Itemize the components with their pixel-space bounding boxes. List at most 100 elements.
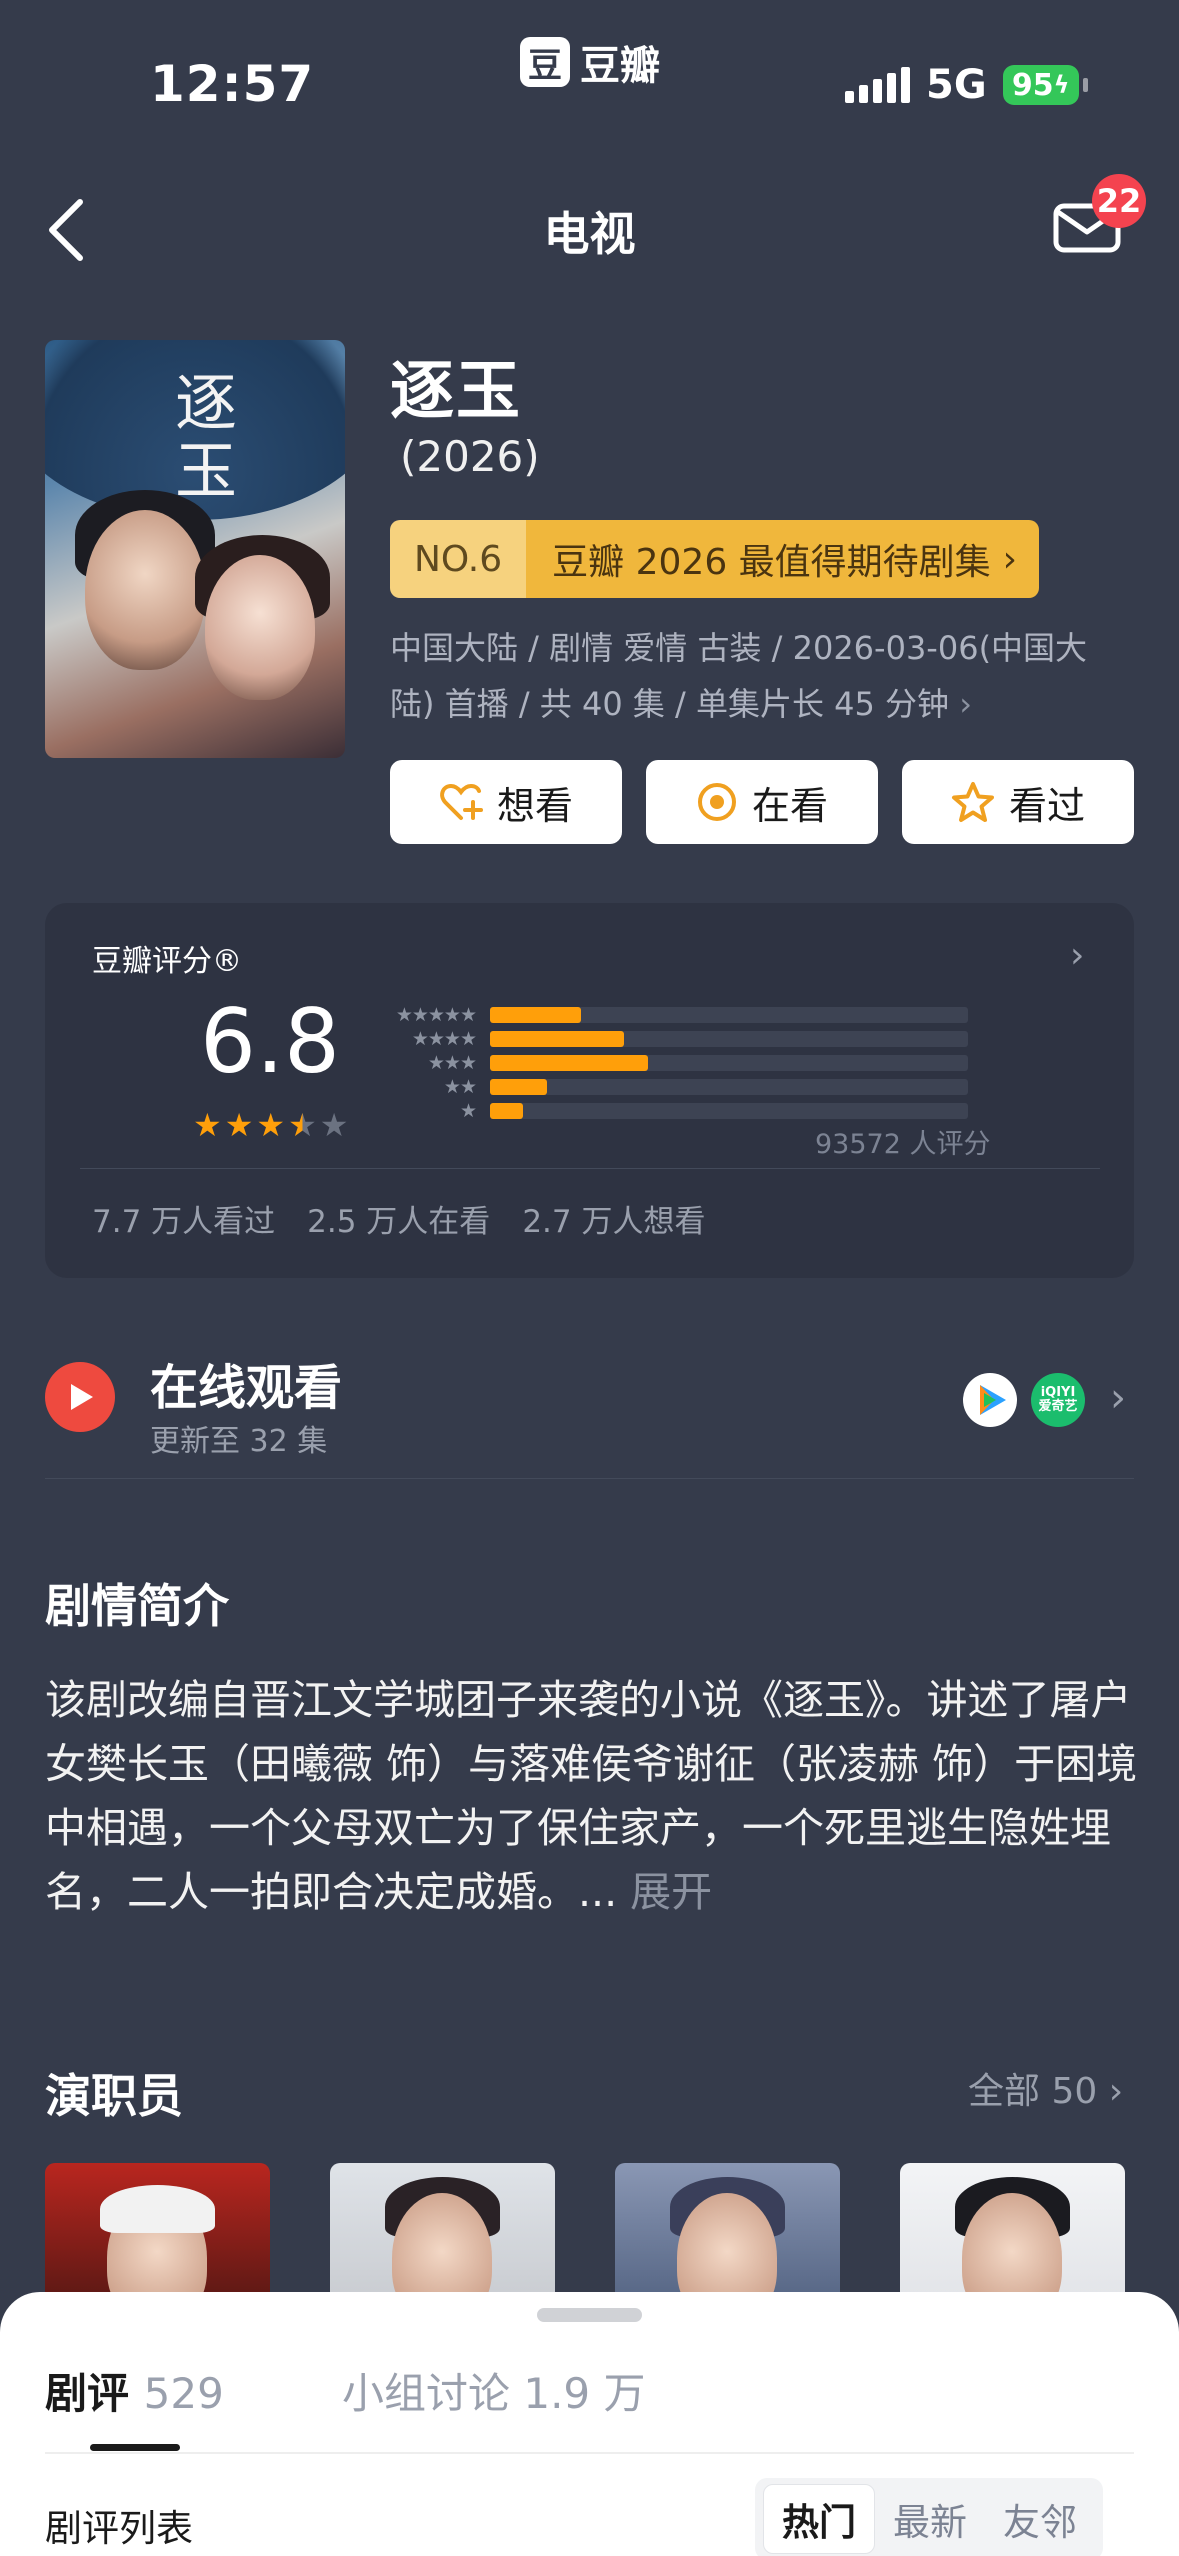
rating-bar-track	[490, 1055, 968, 1071]
tab-reviews[interactable]: 剧评 529	[45, 2360, 224, 2421]
cast-photo[interactable]	[330, 2163, 555, 2303]
rating-distribution-row: ★★★★	[382, 1027, 982, 1051]
iqiyi-icon[interactable]: iQIYI 爱奇艺	[1031, 1373, 1085, 1427]
star-level-icon: ★★	[443, 1076, 477, 1098]
battery-icon: 95 ϟ	[1002, 65, 1079, 105]
show-year: (2026)	[400, 432, 540, 481]
cast-all-link[interactable]: 全部 50 ›	[968, 2062, 1123, 2114]
episode-update: 更新至 32 集	[150, 1424, 328, 1459]
rating-bar-track	[490, 1079, 968, 1095]
tencent-video-icon[interactable]	[963, 1373, 1017, 1427]
rating-bar-track	[490, 1103, 968, 1119]
rating-count: 93572 人评分	[815, 1129, 991, 1160]
star-level-icon: ★★★	[427, 1052, 477, 1074]
iqiyi-label: iQIYI 爱奇艺	[1038, 1386, 1078, 1414]
show-title: 逐玉	[390, 355, 522, 429]
poster-figure-face	[85, 510, 205, 670]
rating-bar	[490, 1103, 524, 1119]
active-tab-indicator	[90, 2444, 180, 2451]
circle-dot-icon	[697, 783, 736, 821]
star-level-icon: ★★★★★	[395, 1004, 477, 1026]
divider	[45, 2452, 1134, 2454]
play-icon[interactable]	[45, 1362, 115, 1432]
heart-plus-icon	[440, 783, 483, 820]
star-full-icon: ★	[193, 1106, 222, 1144]
tab-reviews-count: 529	[143, 2369, 224, 2418]
watched-count: 7.7 万人看过	[92, 1204, 276, 1240]
message-count-badge: 22	[1092, 174, 1146, 228]
rating-bar	[490, 1007, 581, 1023]
sort-latest[interactable]: 最新	[875, 2484, 985, 2554]
rank-number: NO.6	[390, 520, 527, 598]
synopsis-text: 该剧改编自晋江文学城团子来袭的小说《逐玉》。讲述了屠户女樊长玉（田曦薇 饰）与落…	[45, 1668, 1140, 1924]
sheet-drag-handle[interactable]	[537, 2308, 642, 2322]
star-level-icon: ★	[459, 1100, 477, 1122]
ranking-badge[interactable]: NO.6 豆瓣 2026 最值得期待剧集 ›	[390, 520, 1040, 598]
want-count: 2.7 万人想看	[522, 1204, 706, 1240]
watch-online-title[interactable]: 在线观看	[150, 1348, 342, 1418]
review-list-label: 剧评列表	[45, 2507, 193, 2550]
cast-heading: 演职员	[45, 2069, 183, 2123]
rating-bar	[490, 1055, 648, 1071]
divider	[45, 1478, 1134, 1479]
cast-photo[interactable]	[615, 2163, 840, 2303]
cast-photo[interactable]	[45, 2163, 270, 2303]
tab-group-discussion[interactable]: 小组讨论 1.9 万	[342, 2360, 646, 2421]
rank-list-label: 豆瓣 2026 最值得期待剧集	[552, 542, 991, 583]
star-full-icon: ★	[224, 1106, 254, 1144]
sort-friends[interactable]: 友邻	[985, 2484, 1095, 2554]
rating-bar	[490, 1079, 548, 1095]
star-half-icon: ★	[288, 1106, 317, 1144]
network-label: 5G	[926, 62, 987, 108]
rating-label: 豆瓣评分®	[92, 944, 242, 979]
star-full-icon: ★	[256, 1106, 286, 1144]
show-meta-text: 中国大陆 / 剧情 爱情 古装 / 2026-03-06(中国大陆) 首播 / …	[390, 629, 1088, 723]
poster-figure-face-2	[205, 555, 315, 700]
douban-logo-icon: 豆	[520, 37, 570, 87]
chevron-right-icon[interactable]: ›	[1070, 935, 1084, 976]
rating-stars: ★ ★ ★ ★ ★	[193, 1106, 348, 1144]
divider	[80, 1168, 1100, 1169]
watched-label: 看过	[1008, 783, 1085, 828]
want-to-watch-button[interactable]: 想看	[390, 760, 622, 844]
chevron-right-icon[interactable]: ›	[1110, 1375, 1126, 1421]
brand-name: 豆瓣	[580, 43, 660, 89]
rating-score: 6.8	[200, 990, 340, 1093]
rating-distribution-row: ★★	[382, 1075, 982, 1099]
poster-calligraphy: 逐玉	[164, 370, 237, 506]
expand-link[interactable]: 展开	[630, 1868, 712, 1916]
chevron-right-icon: ›	[1108, 2071, 1124, 2112]
rating-distribution-row: ★★★	[382, 1051, 982, 1075]
watching-button[interactable]: 在看	[646, 760, 878, 844]
cast-photo[interactable]	[900, 2163, 1125, 2303]
cast-cap	[100, 2185, 215, 2233]
cast-all-label: 全部 50	[968, 2071, 1098, 2112]
status-indicators: 5G 95 ϟ	[845, 62, 1088, 108]
chevron-right-icon: ›	[959, 685, 973, 723]
signal-icon	[845, 67, 910, 103]
sort-segmented-control: 热门 最新 友邻	[755, 2478, 1103, 2556]
rank-list-link: 豆瓣 2026 最值得期待剧集 ›	[526, 520, 1040, 598]
rating-distribution-row: ★★★★★	[382, 1003, 982, 1027]
rating-bar-track	[490, 1007, 968, 1023]
rating-distribution-row: ★	[382, 1099, 982, 1123]
want-to-watch-label: 想看	[496, 783, 573, 828]
watched-button[interactable]: 看过	[902, 760, 1134, 844]
watching-label: 在看	[751, 783, 828, 828]
rating-bar	[490, 1031, 624, 1047]
rating-distribution: ★★★★★ ★★★★ ★★★ ★★ ★	[382, 1003, 982, 1123]
show-meta[interactable]: 中国大陆 / 剧情 爱情 古装 / 2026-03-06(中国大陆) 首播 / …	[390, 620, 1130, 732]
watching-count: 2.5 万人在看	[307, 1204, 491, 1240]
star-empty-icon: ★	[319, 1106, 349, 1144]
star-level-icon: ★★★★	[411, 1028, 477, 1050]
star-outline-icon	[951, 782, 994, 822]
tab-reviews-label: 剧评	[45, 2369, 130, 2418]
battery-level: 95	[1011, 67, 1054, 103]
rating-bar-track	[490, 1031, 968, 1047]
tencent-video-glyph	[980, 1385, 1006, 1415]
audience-stats: 7.7 万人看过 2.5 万人在看 2.7 万人想看	[92, 1196, 705, 1241]
synopsis-heading: 剧情简介	[45, 1579, 229, 1633]
sort-hot[interactable]: 热门	[763, 2484, 875, 2554]
page-title: 电视	[543, 207, 636, 261]
poster-image[interactable]: 逐玉	[45, 340, 345, 758]
